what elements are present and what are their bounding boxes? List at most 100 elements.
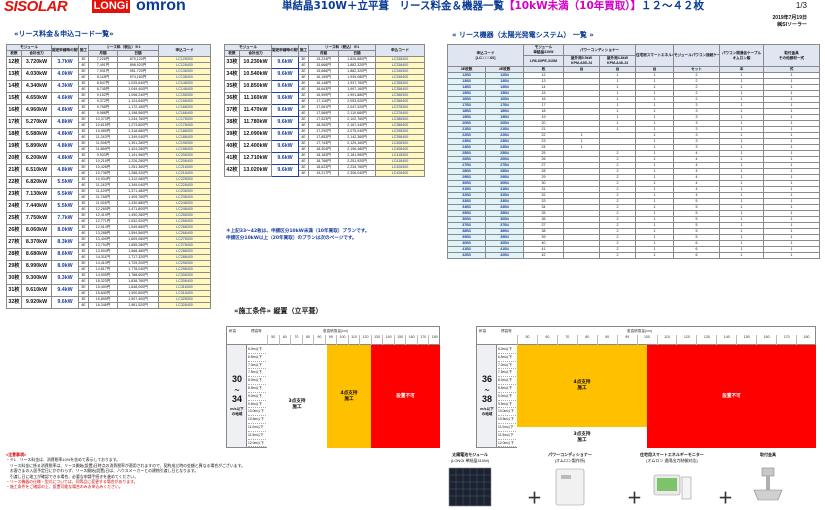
notes-section: <注意事項> ・※1 リース料金は、消費税率10%を含めて表示しております。 リ… bbox=[6, 452, 436, 490]
table-row: 38枚 11.780kW 9.6kW 3E 17,523円 2,102,760円 LC388… bbox=[224, 116, 426, 129]
snow-value: 80 bbox=[576, 335, 597, 345]
table-row: 25枚 7.750kW 7.7kW 3E 12,419円 1,490,280円 LC2583… bbox=[6, 212, 212, 225]
th-fitting-sub: その他部材一式 bbox=[778, 55, 805, 60]
lease-cert: 9.6kW bbox=[271, 56, 299, 69]
equipment-cell: 2 bbox=[599, 252, 636, 259]
table-row: 17枚 5.270kW 4.8kW 3E 10,373円 1,244,760円 LC1783… bbox=[6, 116, 212, 129]
lease-monthly: 16,346円 bbox=[88, 302, 118, 309]
lease-output: 5.580kW bbox=[21, 128, 52, 141]
company-name: ㈱SIソーラー bbox=[777, 22, 807, 28]
lease-output: 11.160kW bbox=[239, 92, 272, 105]
lease-output: 12.400kW bbox=[239, 140, 272, 153]
height-label: 10.0m以下 bbox=[498, 408, 516, 417]
lease-monthly: 19,217円 bbox=[308, 170, 339, 177]
lease-count: 22枚 bbox=[6, 176, 22, 189]
lease-count: 31枚 bbox=[6, 284, 22, 297]
lease-count: 29枚 bbox=[6, 260, 22, 273]
table-row: 15枚 4.650kW 4.6kW 3E 9,152円 1,098,240円 LC15830… bbox=[6, 92, 212, 105]
snow-value: 100 bbox=[336, 335, 348, 345]
lease-count: 38枚 bbox=[224, 116, 240, 129]
table-row: 39枚 12.090kW 9.6kW 3E 17,292円 2,075,040円 LC398… bbox=[224, 128, 426, 141]
height-label: 12.0m以下 bbox=[248, 440, 266, 448]
table-row: 40枚 12.400kW 9.6kW 3E 17,743円 2,129,160円 LC408… bbox=[224, 140, 426, 153]
equipment-cell bbox=[563, 252, 600, 259]
th-pcs-comm-label: パワコン間通信ケーブル bbox=[721, 50, 762, 55]
col-height-label: 軒高 bbox=[229, 329, 237, 333]
table-row: 32枚 9.920kW 9.6kW 3E 15,895円 1,907,400円 LC3283… bbox=[6, 296, 212, 309]
lease-output: 9.920kW bbox=[21, 296, 52, 309]
lease-cert: 9.6kW bbox=[271, 104, 299, 117]
snow-value: 100 bbox=[636, 335, 657, 345]
lease-count: 33枚 bbox=[224, 56, 240, 69]
th-code: 申込コード bbox=[375, 44, 426, 57]
lease-output: 12.090kW bbox=[239, 128, 272, 141]
th-module: モジュール 単結晶310W bbox=[523, 44, 564, 56]
energy-monitor-icon bbox=[653, 474, 692, 500]
lease-output: 4.650kW bbox=[21, 92, 52, 105]
lease-cert: 9.6kW bbox=[271, 92, 299, 105]
equipment-cell: 6 bbox=[673, 252, 720, 259]
col-snow-label: 垂直積雪量(cm) bbox=[627, 329, 653, 333]
table-row: 23枚 7.130kW 5.5kW 3E 11,429円 1,371,480円 LC2383… bbox=[6, 188, 212, 201]
snow-value: 150 bbox=[736, 335, 756, 345]
conditions-chart-right: 36 〜 38 m/s以下の地域 軒高 標高等 垂直積雪量(cm) 50 60 70… bbox=[476, 326, 816, 448]
si-solar-logo: SISOLAR bbox=[4, 0, 68, 15]
table-row: 30枚 9.300kW 9.3kW 3E 14,905円 1,788,600円 LC3083… bbox=[6, 272, 212, 285]
document-date: 2019年7月19日 bbox=[772, 15, 807, 21]
th-pcs2: 屋外用4.8kW KPM-A48-J4 bbox=[599, 55, 636, 67]
height-label: 7.0m以下 bbox=[498, 362, 516, 370]
height-label: 6.0m以下 bbox=[248, 346, 266, 354]
plus-icon: ＋ bbox=[527, 490, 543, 507]
wind-unit-left: m/s以下の地域 bbox=[230, 407, 244, 416]
lease-cert: 4.8kW bbox=[51, 152, 79, 165]
lease-output: 5.890kW bbox=[21, 140, 52, 153]
lease-code: LC328400 bbox=[158, 302, 212, 309]
lease-output: 10.230kW bbox=[239, 56, 272, 69]
height-label: 11.0m以下 bbox=[248, 424, 266, 432]
lease-count: 28枚 bbox=[6, 248, 22, 261]
wind-from-left: 30 bbox=[231, 374, 242, 384]
snow-value: 70 bbox=[290, 335, 302, 345]
table-row: 28枚 8.680kW 8.6kW 3E 13,904円 1,668,480円 LC2883… bbox=[6, 248, 212, 261]
lease-output: 6.510kW bbox=[21, 164, 52, 177]
lease-output: 12.710kW bbox=[239, 152, 272, 165]
snow-value: 99 bbox=[616, 335, 637, 345]
lease-count: 24枚 bbox=[6, 200, 22, 213]
lease-count: 23枚 bbox=[6, 188, 22, 201]
col-height-label: 軒高 bbox=[479, 329, 487, 333]
snow-value: 90 bbox=[596, 335, 617, 345]
col-height-sub-label: 標高等 bbox=[251, 329, 262, 333]
lease-output: 7.440kW bbox=[21, 200, 52, 213]
height-label: 8.0m以下 bbox=[498, 377, 516, 385]
lease-cert: 9.3kW bbox=[51, 272, 79, 285]
height-label: 11.5m以下 bbox=[498, 432, 516, 440]
table-row: 13枚 4.030kW 4.0kW 3E 7,931円 951,720円 LC138300 bbox=[6, 68, 212, 81]
equipment-cell: 42B4 bbox=[485, 252, 524, 259]
product-pcs: パワーコンディショナー (オムロン製作所) bbox=[548, 452, 592, 508]
lease-cert: 9.6kW bbox=[271, 164, 299, 177]
th-pcs1-sub: 屋外用5.5kW bbox=[570, 56, 593, 61]
lease-cert: 8.3kW bbox=[51, 236, 79, 249]
product-monitor-sub: (オムロン 遠隔出力制御対応) bbox=[646, 458, 698, 463]
zone-prohibited-left: 設置不可 bbox=[371, 345, 440, 448]
lease-output: 10.540kW bbox=[239, 68, 272, 81]
snow-value: 80 bbox=[301, 335, 314, 345]
lease-section-title: «リース料金＆申込コード一覧» bbox=[14, 30, 114, 38]
lease-output: 8.990kW bbox=[21, 260, 52, 273]
product-fitting-title: 取付金具 bbox=[760, 452, 776, 457]
snow-value: 170 bbox=[416, 335, 429, 345]
lease-cert: 9.6kW bbox=[271, 68, 299, 81]
lease-output: 9.300kW bbox=[21, 272, 52, 285]
equipment-cell: 42 bbox=[523, 252, 564, 259]
table-row: 19枚 5.890kW 4.8kW 3E 11,594円 1,391,280円 LC1983… bbox=[6, 140, 212, 153]
lease-cert: 9.6kW bbox=[271, 80, 299, 93]
wind-unit-right: m/s以下の地域 bbox=[480, 407, 494, 416]
lease-cert: 4.6kW bbox=[51, 92, 79, 105]
conditions-header-left: 軒高 標高等 垂直積雪量(cm) 50 60 70 80 90 99 100 110 120 13… bbox=[227, 327, 439, 345]
th-pcs-comm-sub: オムロン製 bbox=[732, 55, 751, 60]
lease-cert: 8.9kW bbox=[51, 260, 79, 273]
th-monitor: 住宅用スマートエネルギーモニター bbox=[635, 44, 674, 67]
th-code: 申込コード bbox=[158, 44, 212, 57]
lease-count: 19枚 bbox=[6, 140, 22, 153]
snow-value: 160 bbox=[756, 335, 776, 345]
